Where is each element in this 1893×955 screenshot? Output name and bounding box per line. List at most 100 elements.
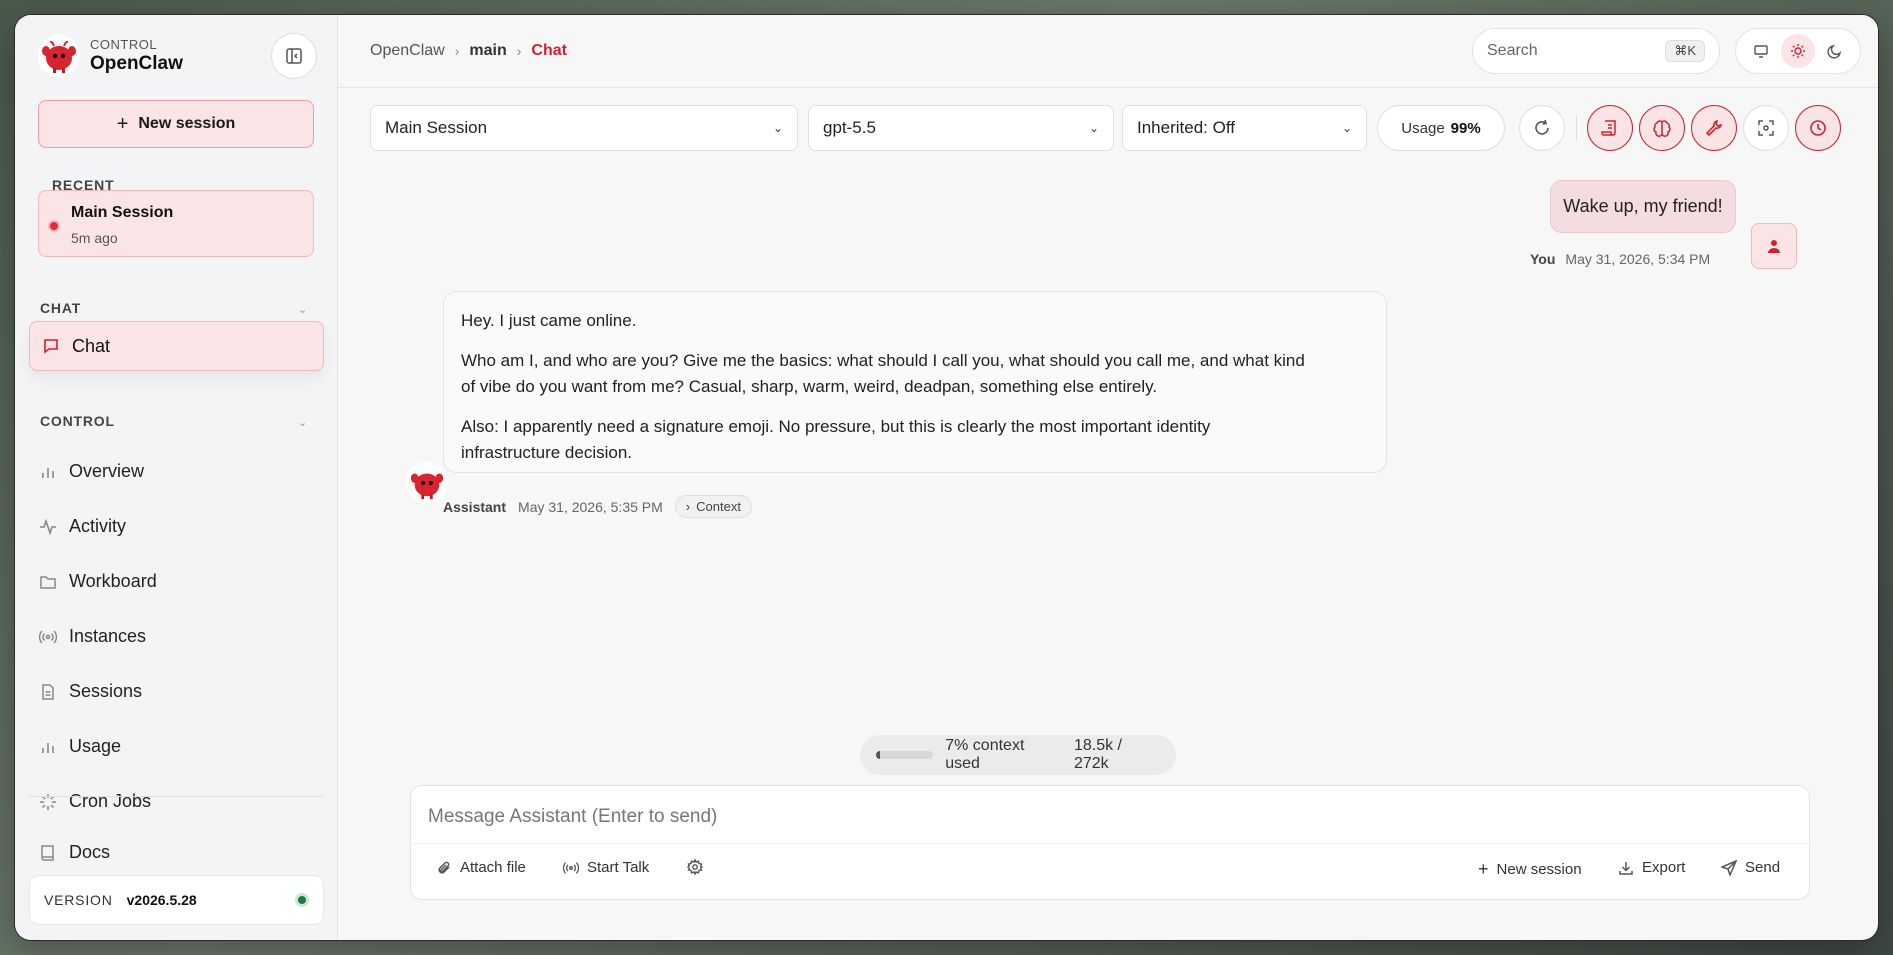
usage-pill[interactable]: Usage 99% bbox=[1377, 105, 1505, 151]
scroll-log-button[interactable] bbox=[1587, 105, 1633, 151]
chevron-down-icon[interactable]: ⌄ bbox=[298, 303, 307, 316]
composer-settings-button[interactable] bbox=[687, 859, 703, 875]
sidebar-item-label: Activity bbox=[69, 516, 127, 536]
plus-icon: + bbox=[1478, 859, 1489, 879]
new-session-label: New session bbox=[138, 115, 236, 132]
user-avatar bbox=[1751, 223, 1797, 269]
bar-chart-icon bbox=[42, 742, 54, 753]
composer-divider bbox=[411, 843, 1809, 844]
context-usage-indicator: 7% context used 18.5k / 272k bbox=[860, 735, 1176, 775]
theme-dark-button[interactable] bbox=[1818, 34, 1852, 68]
assistant-message-time: May 31, 2026, 5:35 PM bbox=[518, 498, 663, 515]
new-session-button[interactable]: + New session bbox=[38, 100, 314, 148]
sidebar: CONTROL OpenClaw + New session RECENT Ma… bbox=[15, 15, 338, 940]
version-value: v2026.5.28 bbox=[126, 892, 197, 908]
sidebar-toggle-icon bbox=[286, 48, 302, 64]
chevron-down-icon[interactable]: ⌄ bbox=[298, 416, 307, 429]
collapse-sidebar-button[interactable] bbox=[271, 33, 317, 79]
brain-icon bbox=[1653, 120, 1671, 137]
sidebar-item-instances[interactable]: Instances bbox=[39, 626, 146, 647]
usage-label: Usage bbox=[1401, 119, 1445, 137]
pulse-icon bbox=[40, 517, 56, 536]
search-input[interactable]: Search ⌘K bbox=[1472, 28, 1720, 74]
wrench-icon bbox=[1705, 119, 1723, 137]
search-placeholder: Search bbox=[1487, 42, 1538, 59]
sidebar-item-workboard[interactable]: Workboard bbox=[39, 571, 157, 592]
brand-name: OpenClaw bbox=[90, 53, 183, 74]
broadcast-icon bbox=[39, 629, 57, 644]
focus-button[interactable] bbox=[1743, 105, 1789, 151]
topbar: OpenClaw › main › Chat Search ⌘K bbox=[338, 15, 1878, 88]
sidebar-item-label: Docs bbox=[69, 842, 111, 862]
user-message-meta: You May 31, 2026, 5:34 PM bbox=[1530, 251, 1710, 267]
sidebar-item-docs[interactable]: Docs bbox=[39, 842, 110, 863]
message-composer: Message Assistant (Enter to send) Attach… bbox=[410, 785, 1810, 900]
openclaw-logo-icon bbox=[410, 473, 444, 500]
model-select-value: gpt-5.5 bbox=[823, 118, 876, 137]
usage-value: 99% bbox=[1450, 119, 1481, 137]
tools-button[interactable] bbox=[1691, 105, 1737, 151]
download-icon bbox=[1619, 861, 1633, 875]
sun-icon bbox=[1790, 44, 1805, 58]
assistant-message-author: Assistant bbox=[443, 498, 507, 515]
sidebar-item-sessions[interactable]: Sessions bbox=[39, 681, 142, 702]
session-select[interactable]: Main Session ⌄ bbox=[370, 105, 798, 151]
send-icon bbox=[1721, 859, 1737, 876]
sidebar-item-overview[interactable]: Overview bbox=[39, 461, 144, 482]
sidebar-item-label: Instances bbox=[69, 626, 147, 646]
inherited-select[interactable]: Inherited: Off ⌄ bbox=[1122, 105, 1367, 151]
sidebar-item-label: Overview bbox=[69, 461, 145, 481]
brand: CONTROL OpenClaw bbox=[38, 35, 183, 77]
inherited-select-value: Inherited: Off bbox=[1137, 118, 1235, 137]
monitor-icon bbox=[1753, 45, 1768, 58]
chat-bubble-icon bbox=[44, 339, 58, 354]
history-button[interactable] bbox=[1795, 105, 1841, 151]
chevron-down-icon: ⌄ bbox=[1341, 121, 1352, 135]
assistant-message-paragraph: Who am I, and who are you? Give me the b… bbox=[461, 351, 1305, 396]
context-toggle-button[interactable]: › Context bbox=[674, 495, 752, 518]
sidebar-item-cron-jobs[interactable]: Cron Jobs bbox=[39, 791, 151, 812]
theme-light-button[interactable] bbox=[1780, 34, 1815, 68]
version-box: VERSION v2026.5.28 bbox=[29, 875, 324, 925]
breadcrumb-mid[interactable]: main bbox=[469, 42, 506, 60]
theme-system-button[interactable] bbox=[1744, 34, 1778, 68]
export-label: Export bbox=[1642, 859, 1686, 876]
send-button[interactable]: Send bbox=[1721, 859, 1780, 876]
attach-file-label: Attach file bbox=[460, 859, 526, 876]
attach-file-button[interactable]: Attach file bbox=[436, 859, 526, 876]
breadcrumb-root[interactable]: OpenClaw bbox=[370, 42, 445, 60]
chevron-right-icon: › bbox=[685, 499, 691, 514]
chat-section-label[interactable]: CHAT bbox=[40, 300, 81, 316]
active-dot-icon bbox=[48, 220, 60, 232]
user-message-text: Wake up, my friend! bbox=[1563, 196, 1723, 216]
refresh-button[interactable] bbox=[1519, 105, 1565, 151]
app-window: CONTROL OpenClaw + New session RECENT Ma… bbox=[15, 15, 1878, 940]
new-session-composer-button[interactable]: + New session bbox=[1478, 859, 1582, 880]
main-area: OpenClaw › main › Chat Search ⌘K Main Se… bbox=[338, 15, 1878, 940]
sidebar-item-chat-label: Chat bbox=[72, 335, 111, 356]
paperclip-icon bbox=[438, 861, 450, 874]
assistant-message-bubble: Hey. I just came online. Who am I, and w… bbox=[443, 291, 1387, 473]
model-select[interactable]: gpt-5.5 ⌄ bbox=[808, 105, 1114, 151]
sidebar-item-label: Workboard bbox=[69, 571, 157, 591]
sidebar-item-label: Cron Jobs bbox=[69, 791, 152, 811]
export-button[interactable]: Export bbox=[1618, 859, 1685, 876]
start-talk-button[interactable]: Start Talk bbox=[563, 859, 649, 876]
sidebar-item-activity[interactable]: Activity bbox=[39, 516, 126, 537]
recent-session-item[interactable]: Main Session 5m ago bbox=[38, 190, 314, 257]
brain-button[interactable] bbox=[1639, 105, 1685, 151]
message-input[interactable]: Message Assistant (Enter to send) bbox=[428, 806, 717, 828]
recent-session-time: 5m ago bbox=[71, 230, 118, 246]
breadcrumb: OpenClaw › main › Chat bbox=[370, 42, 567, 60]
sidebar-item-chat[interactable]: Chat bbox=[29, 321, 324, 371]
session-toolbar: Main Session ⌄ gpt-5.5 ⌄ Inherited: Off … bbox=[370, 105, 1878, 151]
user-message-author: You bbox=[1530, 251, 1556, 267]
status-online-icon bbox=[295, 893, 309, 907]
sidebar-item-usage[interactable]: Usage bbox=[39, 736, 121, 757]
chevron-down-icon: ⌄ bbox=[772, 121, 783, 135]
control-section-label[interactable]: CONTROL bbox=[40, 413, 115, 429]
user-message-bubble: Wake up, my friend! bbox=[1550, 180, 1736, 233]
chevron-right-icon: › bbox=[454, 43, 460, 59]
focus-icon bbox=[1758, 120, 1774, 136]
context-progress-fill bbox=[876, 751, 880, 759]
